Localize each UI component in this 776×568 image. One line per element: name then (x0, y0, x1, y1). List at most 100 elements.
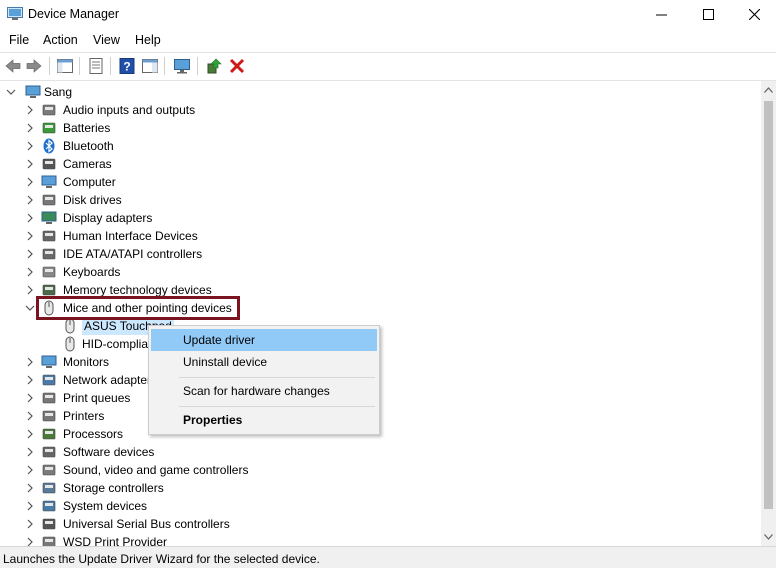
tree-item-label: Batteries (63, 121, 111, 135)
scroll-down-icon[interactable] (764, 534, 773, 540)
chevron-right-icon[interactable] (24, 263, 36, 281)
printer-icon (42, 536, 56, 546)
chevron-right-icon[interactable] (24, 209, 36, 227)
tree-item-label: Printers (63, 409, 105, 423)
tree-category-item[interactable]: Computer (24, 173, 324, 191)
computer-icon (25, 85, 41, 98)
tree-category-item[interactable]: System devices (24, 497, 324, 515)
menu-item-properties[interactable]: Properties (151, 409, 377, 431)
usb-icon (42, 518, 56, 530)
tree-category-item[interactable]: Human Interface Devices (24, 227, 324, 245)
chevron-right-icon[interactable] (24, 371, 36, 389)
chevron-right-icon[interactable] (24, 425, 36, 443)
chevron-right-icon[interactable] (24, 497, 36, 515)
tree-item-label: Display adapters (63, 211, 153, 225)
disk-drive-icon (42, 194, 56, 206)
vertical-scrollbar[interactable] (761, 81, 776, 546)
tree-item-label: System devices (63, 499, 148, 513)
chevron-right-icon[interactable] (24, 119, 36, 137)
properties-label: Properties (183, 413, 243, 427)
hid-icon (42, 230, 56, 242)
action-pane-icon[interactable] (141, 57, 159, 75)
tree-item-label: Computer (63, 175, 116, 189)
maximize-icon (702, 8, 714, 20)
tree-item-label: Processors (63, 427, 124, 441)
window-title: Device Manager (28, 7, 120, 21)
tree-category-item[interactable]: Keyboards (24, 263, 324, 281)
tree-item-label: WSD Print Provider (63, 535, 168, 546)
chevron-right-icon[interactable] (24, 407, 36, 425)
chevron-right-icon[interactable] (24, 173, 36, 191)
back-arrow-icon[interactable] (4, 57, 22, 75)
chevron-down-icon[interactable] (5, 83, 17, 101)
chevron-right-icon[interactable] (24, 533, 36, 546)
properties-icon[interactable] (87, 57, 105, 75)
tree-root[interactable]: Sang (5, 83, 205, 101)
menu-item-uninstall-device[interactable]: Uninstall device (151, 351, 377, 373)
chevron-right-icon[interactable] (24, 101, 36, 119)
update-driver-icon[interactable] (205, 57, 223, 75)
chevron-right-icon[interactable] (24, 479, 36, 497)
chevron-right-icon[interactable] (24, 461, 36, 479)
menu-view[interactable]: View (93, 33, 120, 47)
tree-item-label: Cameras (63, 157, 112, 171)
scroll-up-icon[interactable] (764, 87, 773, 93)
menu-separator (179, 406, 375, 407)
printer-icon (42, 410, 56, 422)
software-device-icon (42, 446, 56, 458)
chevron-right-icon[interactable] (24, 353, 36, 371)
tree-item-label: Network adapters (63, 373, 158, 387)
tree-category-item[interactable]: Display adapters (24, 209, 324, 227)
ide-controller-icon (42, 248, 56, 260)
maximize-button[interactable] (685, 0, 731, 28)
chevron-right-icon[interactable] (24, 245, 36, 263)
tree-item-label: Sound, video and game controllers (63, 463, 249, 477)
menu-file[interactable]: File (9, 33, 29, 47)
tree-item-label: Universal Serial Bus controllers (63, 517, 230, 531)
menu-action[interactable]: Action (43, 33, 78, 47)
device-manager-icon (7, 7, 23, 20)
tree-category-item[interactable]: Cameras (24, 155, 324, 173)
tree-item-label: Software devices (63, 445, 155, 459)
tree-category-item[interactable]: WSD Print Provider (24, 533, 324, 546)
chevron-down-icon[interactable] (24, 299, 36, 317)
speaker-icon (42, 464, 56, 476)
chevron-right-icon[interactable] (24, 155, 36, 173)
menu-help[interactable]: Help (135, 33, 161, 47)
minimize-icon (655, 14, 667, 15)
forward-arrow-icon[interactable] (25, 57, 43, 75)
tree-category-item[interactable]: Software devices (24, 443, 324, 461)
minimize-button[interactable] (638, 0, 684, 28)
help-icon[interactable]: ? (118, 57, 136, 75)
tree-category-item[interactable]: Batteries (24, 119, 324, 137)
chevron-right-icon[interactable] (24, 281, 36, 299)
menu-item-scan-hardware[interactable]: Scan for hardware changes (151, 380, 377, 402)
tree-category-item[interactable]: Sound, video and game controllers (24, 461, 324, 479)
root-label: Sang (44, 85, 73, 99)
chevron-right-icon[interactable] (24, 227, 36, 245)
tree-category-item[interactable]: Audio inputs and outputs (24, 101, 324, 119)
computer-icon (41, 175, 57, 188)
tree-item-label: IDE ATA/ATAPI controllers (63, 247, 203, 261)
mouse-icon (65, 318, 75, 334)
chevron-right-icon[interactable] (24, 389, 36, 407)
print-queue-icon (42, 392, 56, 404)
menu-item-update-driver[interactable]: Update driver (151, 329, 377, 351)
chevron-right-icon[interactable] (24, 137, 36, 155)
tree-item-label: Storage controllers (63, 481, 164, 495)
scroll-thumb[interactable] (764, 101, 773, 509)
close-button[interactable] (731, 0, 776, 28)
show-hide-console-tree-icon[interactable] (56, 57, 74, 75)
tree-category-item[interactable]: Bluetooth (24, 137, 324, 155)
chevron-right-icon[interactable] (24, 515, 36, 533)
chevron-right-icon[interactable] (24, 191, 36, 209)
tree-category-item[interactable]: Universal Serial Bus controllers (24, 515, 324, 533)
uninstall-device-icon[interactable] (228, 57, 246, 75)
uninstall-device-label: Uninstall device (183, 355, 268, 369)
tree-category-item[interactable]: Storage controllers (24, 479, 324, 497)
tree-category-item[interactable]: IDE ATA/ATAPI controllers (24, 245, 324, 263)
chevron-right-icon[interactable] (24, 443, 36, 461)
network-adapter-icon (42, 374, 56, 386)
monitor-scan-icon[interactable] (173, 57, 191, 75)
tree-category-item[interactable]: Disk drives (24, 191, 324, 209)
